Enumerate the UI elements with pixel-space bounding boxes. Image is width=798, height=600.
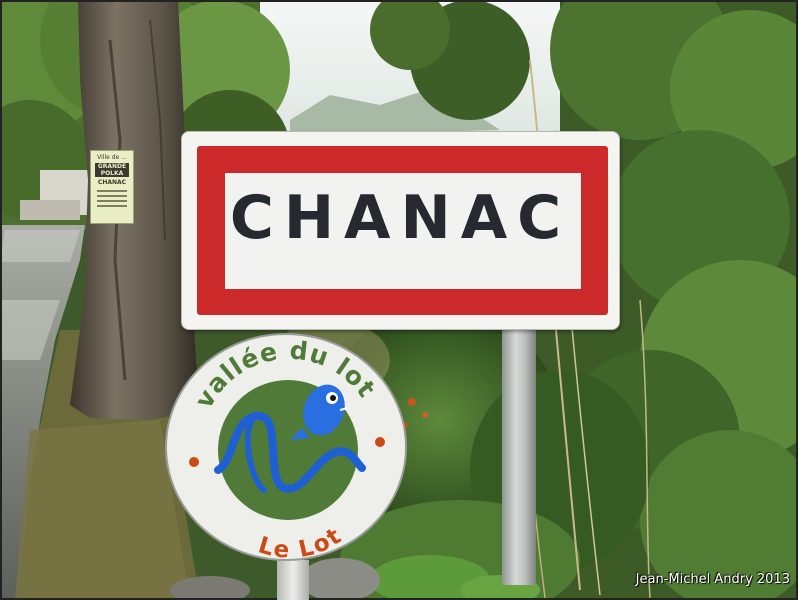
poster-on-tree: Ville de ... GRANDE POLKA CHANAC (90, 150, 134, 224)
photo-credit: Jean-Michel Andry 2013 (635, 572, 790, 587)
poster-line-2: GRANDE POLKA (95, 163, 129, 177)
poster-line-3: CHANAC (97, 179, 127, 186)
town-entry-sign: CHANAC (181, 131, 620, 330)
vallee-du-lot-badge: vallée du lot Le Lot (165, 333, 407, 564)
photo-scene: Ville de ... GRANDE POLKA CHANAC CHANAC (0, 0, 798, 600)
town-name: CHANAC (229, 183, 572, 253)
badge-pole (277, 560, 309, 600)
poster-line-1: Ville de ... (97, 154, 127, 161)
poster-text-lines (97, 190, 127, 207)
sign-pole (502, 320, 536, 585)
